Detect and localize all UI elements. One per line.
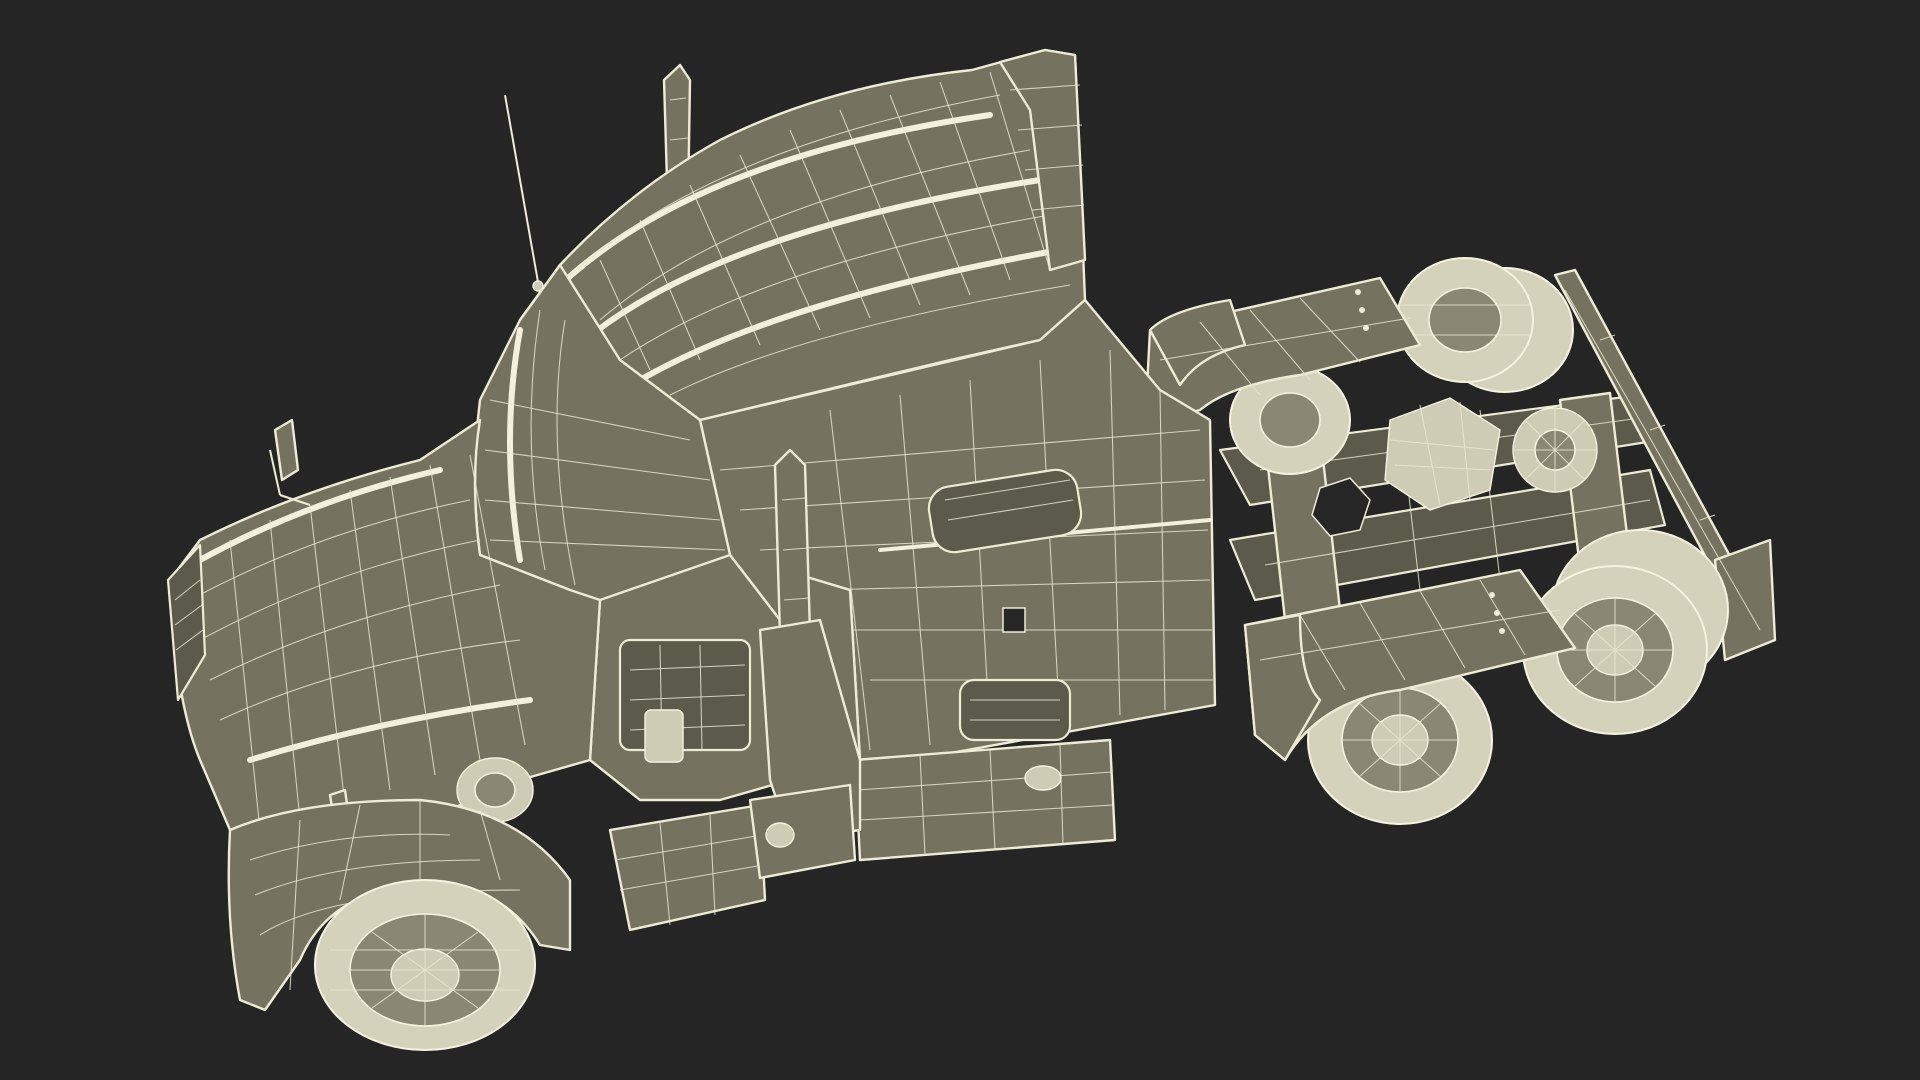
render-viewport: [0, 0, 1920, 1080]
rear-differential: [1512, 407, 1598, 493]
front-wheel: [314, 879, 536, 1051]
truck-wireframe-render: [0, 0, 1920, 1080]
side-storage-box: [853, 738, 1117, 862]
